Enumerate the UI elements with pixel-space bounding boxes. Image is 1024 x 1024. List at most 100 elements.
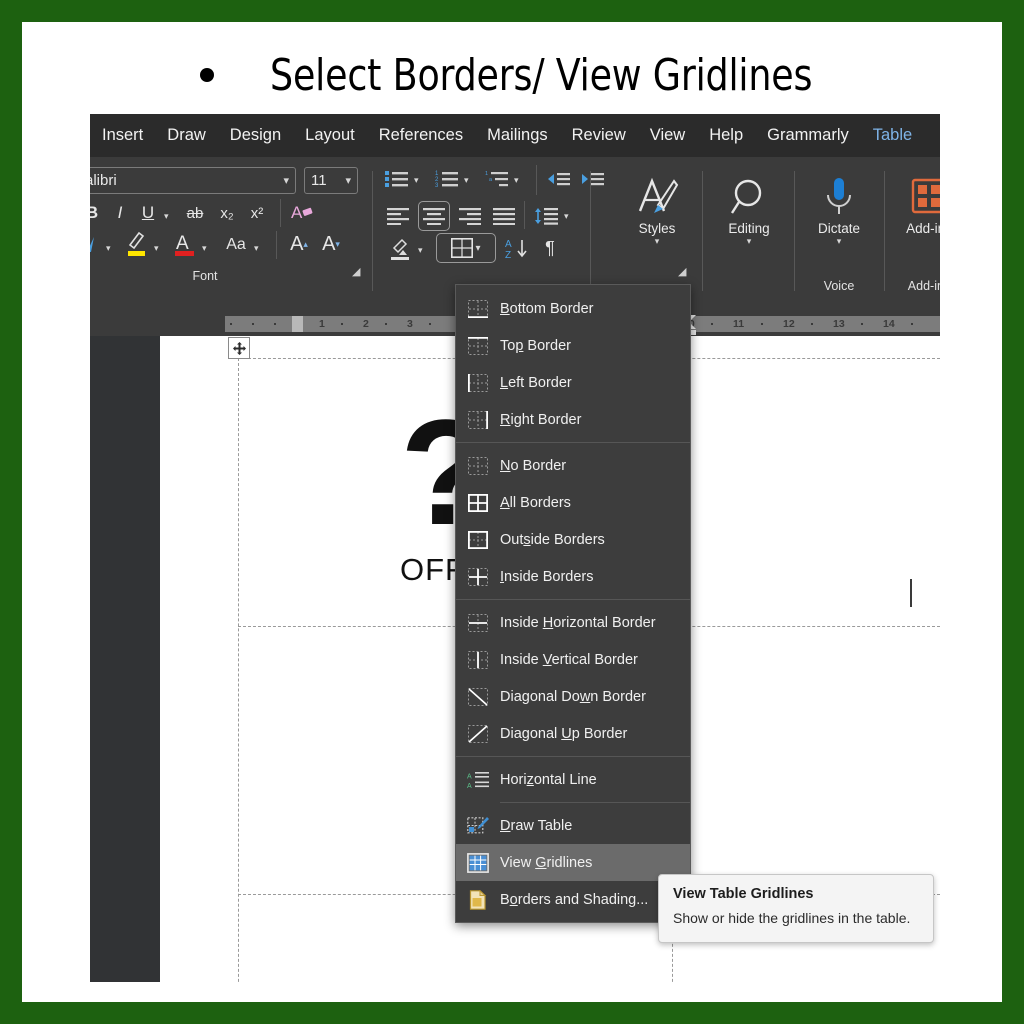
tab-table[interactable]: Table xyxy=(861,126,924,145)
chevron-down-icon[interactable]: ▾ xyxy=(712,236,786,246)
menu-item-diagonal-down-border[interactable]: Diagonal Down Border xyxy=(456,678,690,715)
word-window: Insert Draw Design Layout References Mai… xyxy=(90,114,940,982)
font-dialog-launcher[interactable]: ◢ xyxy=(352,265,360,278)
text-highlight-pen-icon[interactable] xyxy=(90,233,104,259)
menu-separator xyxy=(456,599,690,600)
menu-item-all-borders[interactable]: All Borders xyxy=(456,484,690,521)
border-right-icon xyxy=(456,410,500,429)
text-effects-button[interactable]: A xyxy=(290,199,316,225)
bullet-list-button[interactable] xyxy=(384,167,410,191)
ruler-mark-11: 11 xyxy=(733,318,745,330)
chevron-down-icon[interactable]: ▾ xyxy=(802,236,876,246)
tab-grammarly[interactable]: Grammarly xyxy=(755,126,861,145)
menu-item-label: Draw Table xyxy=(500,817,573,834)
tab-insert[interactable]: Insert xyxy=(90,126,155,145)
line-spacing-button[interactable] xyxy=(532,203,560,229)
underline-chevron-down-icon[interactable]: ▾ xyxy=(164,211,169,222)
borders-button[interactable]: ▾ xyxy=(436,233,496,263)
microphone-icon xyxy=(802,173,876,221)
increase-indent-button[interactable] xyxy=(580,167,606,191)
menu-item-left-border[interactable]: Left Border xyxy=(456,364,690,401)
menu-item-inside-borders[interactable]: Inside Borders xyxy=(456,558,690,595)
decrease-indent-button[interactable] xyxy=(546,167,572,191)
tab-draw[interactable]: Draw xyxy=(155,126,218,145)
dictate-button[interactable]: Dictate ▾ xyxy=(802,173,876,246)
numbered-list-button[interactable]: 1 2 3 xyxy=(434,167,460,191)
font-size-combo[interactable]: 11 ▾ xyxy=(304,167,358,194)
chevron-down-icon[interactable]: ▾ xyxy=(418,245,423,256)
font-color-button[interactable]: A xyxy=(172,229,198,259)
align-left-button[interactable] xyxy=(384,203,412,229)
tab-review[interactable]: Review xyxy=(560,126,638,145)
tab-mailings[interactable]: Mailings xyxy=(475,126,560,145)
menu-item-draw-table[interactable]: Draw Table xyxy=(456,807,690,844)
grow-font-button[interactable]: A ▴ xyxy=(286,231,312,257)
multilevel-list-button[interactable]: 1 a xyxy=(484,167,510,191)
menu-item-no-border[interactable]: No Border xyxy=(456,447,690,484)
tab-layout[interactable]: Layout xyxy=(293,126,367,145)
shading-button[interactable] xyxy=(386,235,414,263)
menu-item-horizontal-line[interactable]: A A Horizontal Line xyxy=(456,761,690,798)
chevron-down-icon[interactable]: ▾ xyxy=(414,175,419,186)
menu-item-right-border[interactable]: Right Border xyxy=(456,401,690,438)
styles-button[interactable]: Styles ▾ xyxy=(620,173,694,246)
menu-item-label: Outside Borders xyxy=(500,531,605,548)
addins-button[interactable]: Add-ins xyxy=(892,173,940,236)
align-center-button[interactable] xyxy=(418,201,450,231)
svg-text:A: A xyxy=(176,233,189,254)
border-all-icon xyxy=(456,493,500,512)
chevron-down-icon[interactable]: ▾ xyxy=(564,211,569,222)
tab-help[interactable]: Help xyxy=(697,126,755,145)
tab-design[interactable]: Design xyxy=(218,126,293,145)
paragraph-dialog-launcher[interactable]: ◢ xyxy=(678,265,686,278)
sort-button[interactable]: A Z xyxy=(504,235,532,261)
ruler-mark-2: 2 xyxy=(363,318,369,330)
menu-item-label: All Borders xyxy=(500,494,571,511)
borders-chevron-down-icon[interactable]: ▾ xyxy=(475,243,480,254)
align-right-button[interactable] xyxy=(456,203,484,229)
borders-dropdown-menu[interactable]: Bottom Border Top Border Left Border Rig… xyxy=(455,284,691,923)
superscript-button[interactable]: x² xyxy=(246,201,268,225)
border-inside-horizontal-icon xyxy=(456,613,500,632)
editing-button[interactable]: Editing ▾ xyxy=(712,173,786,246)
menu-item-borders-and-shading[interactable]: Borders and Shading... xyxy=(456,881,690,918)
tab-view[interactable]: View xyxy=(638,126,697,145)
ribbon-tab-row: Insert Draw Design Layout References Mai… xyxy=(90,114,940,157)
horizontal-line-icon: A A xyxy=(456,771,500,789)
shrink-font-button[interactable]: A ▾ xyxy=(318,231,344,257)
justify-button[interactable] xyxy=(490,203,518,229)
chevron-down-icon[interactable]: ▾ xyxy=(514,175,519,186)
navigation-pane[interactable] xyxy=(90,336,160,982)
strikethrough-button[interactable]: ab xyxy=(182,201,208,225)
ruler-mark-14: 14 xyxy=(883,318,895,330)
table-move-handle[interactable] xyxy=(228,337,250,359)
tab-references[interactable]: References xyxy=(367,126,475,145)
subscript-button[interactable]: x₂ xyxy=(216,201,238,225)
formatting-marks-button[interactable]: ¶ xyxy=(538,235,562,261)
menu-item-view-gridlines[interactable]: View Gridlines xyxy=(456,844,690,881)
underline-button[interactable]: U xyxy=(138,201,158,225)
border-inside-icon xyxy=(456,567,500,586)
chevron-down-icon[interactable]: ▾ xyxy=(154,243,159,254)
font-name-combo[interactable]: alibri ▾ xyxy=(90,167,296,194)
menu-item-label: Inside Vertical Border xyxy=(500,651,638,668)
chevron-down-icon[interactable]: ▾ xyxy=(202,243,207,254)
chevron-down-icon[interactable]: ▾ xyxy=(620,236,694,246)
chevron-down-icon[interactable]: ▾ xyxy=(464,175,469,186)
menu-item-outside-borders[interactable]: Outside Borders xyxy=(456,521,690,558)
tab-stop-marker-icon[interactable] xyxy=(292,316,303,332)
chevron-down-icon[interactable]: ▾ xyxy=(106,243,111,254)
menu-item-inside-horizontal-border[interactable]: Inside Horizontal Border xyxy=(456,604,690,641)
styles-label: Styles xyxy=(638,221,676,236)
bold-button[interactable]: B xyxy=(90,201,102,225)
ruler-mark-1: 1 xyxy=(319,318,325,330)
menu-item-inside-vertical-border[interactable]: Inside Vertical Border xyxy=(456,641,690,678)
font-group-label: Font xyxy=(192,269,218,283)
chevron-down-icon[interactable]: ▾ xyxy=(254,243,259,254)
change-case-button[interactable]: Aa xyxy=(220,233,252,257)
text-highlight-color-button[interactable] xyxy=(124,229,150,259)
menu-item-bottom-border[interactable]: Bottom Border xyxy=(456,290,690,327)
menu-item-diagonal-up-border[interactable]: Diagonal Up Border xyxy=(456,715,690,752)
menu-item-top-border[interactable]: Top Border xyxy=(456,327,690,364)
italic-button[interactable]: I xyxy=(110,201,130,225)
